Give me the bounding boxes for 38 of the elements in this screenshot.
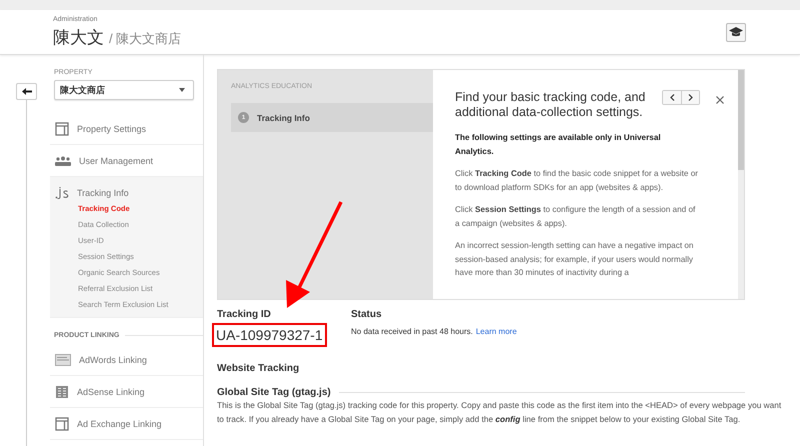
gtag-description: This is the Global Site Tag (gtag.js) tracking code for this property. Copy and paste this code as the first item into the <HEAD> of every webpage you want to track. If you already have a Global Site Tag on your page, simply add the config line from the snippet below to your existing Global Site Tag. xyxy=(217,399,782,426)
js-icon xyxy=(55,186,69,198)
previous-button[interactable] xyxy=(663,91,681,104)
nav-item[interactable]: Property Settings xyxy=(50,113,203,144)
next-button[interactable] xyxy=(681,91,699,104)
education-paragraph: An incorrect session-length setting can have a negative impact on session-based analysis; for example, if your users would normally have more than 30 minutes of inactivity during a xyxy=(455,240,694,279)
property-select[interactable]: 陳大文商店 xyxy=(54,80,194,100)
chevron-left-icon xyxy=(670,94,674,101)
nav-item[interactable]: AdSense Linking xyxy=(50,376,203,408)
tracking-id: UA-109979327-1 xyxy=(212,323,327,347)
status-text: No data received in past 48 hours. xyxy=(351,327,473,336)
education-title: Find your basic tracking code, and additional data-collection settings. xyxy=(455,90,646,120)
back-button[interactable] xyxy=(16,83,37,100)
education-button[interactable] xyxy=(726,22,746,42)
section-heading: Website Tracking xyxy=(217,363,300,374)
education-lead: The following settings are available only in Universal Analytics. xyxy=(455,132,662,158)
status-label: Status xyxy=(351,309,383,320)
nav-item[interactable]: AdWords Linking xyxy=(50,344,203,376)
back-arrow-icon xyxy=(22,88,32,96)
users-icon xyxy=(55,156,71,166)
banner-icon xyxy=(55,354,71,366)
scrollbar-thumb[interactable] xyxy=(738,70,744,170)
account-name[interactable]: 陳大文 xyxy=(53,26,104,48)
education-paragraph: Click Session Settings to configure the length of a session and of a campaign (websites & apps). xyxy=(455,204,696,230)
learn-more-link[interactable]: Learn more xyxy=(476,327,517,336)
layout-icon xyxy=(55,122,69,136)
graduation-cap-icon xyxy=(729,26,743,38)
nav-item[interactable]: User Management xyxy=(50,145,203,176)
grid-page-icon xyxy=(55,384,69,398)
chevron-right-icon xyxy=(688,94,693,101)
layout-icon xyxy=(55,416,69,430)
nav-item[interactable]: Ad Exchange Linking xyxy=(50,408,203,440)
close-icon xyxy=(716,96,724,104)
dropdown-caret-icon xyxy=(179,88,185,92)
education-paragraph: Click Tracking Code to find the basic code snippet for a website or to download platform SDKs for an app (websites & apps). xyxy=(455,168,700,194)
tracking-id-label: Tracking ID xyxy=(217,309,271,320)
gtag-heading: Global Site Tag (gtag.js) xyxy=(217,387,331,398)
property-name: / 陳大文商店 xyxy=(109,30,182,48)
